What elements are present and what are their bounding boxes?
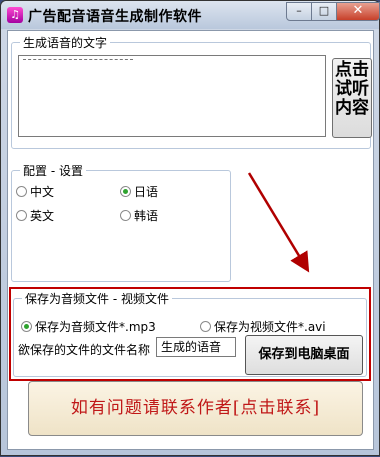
radio-circle-selected xyxy=(21,321,32,332)
save-group-title: 保存为音频文件 - 视频文件 xyxy=(22,290,172,307)
contact-author-button[interactable]: 如有问题请联系作者[点击联系] xyxy=(28,381,363,436)
save-to-desktop-button[interactable]: 保存到电脑桌面 xyxy=(245,335,363,375)
save-audio-label: 保存为音频文件*.mp3 xyxy=(35,320,156,334)
filename-input[interactable]: 生成的语音 xyxy=(156,337,236,357)
filename-label: 欲保存的文件的文件名称 xyxy=(18,343,151,357)
app-window: ♫ 广告配音语音生成制作软件 – □ ✕ 生成语音的文字 点击试听内容 配置 -… xyxy=(0,0,380,456)
radio-circle xyxy=(200,321,211,332)
save-audio-radio[interactable]: 保存为音频文件*.mp3 xyxy=(21,318,156,335)
save-video-radio[interactable]: 保存为视频文件*.avi xyxy=(200,318,326,335)
save-video-label: 保存为视频文件*.avi xyxy=(214,320,326,334)
